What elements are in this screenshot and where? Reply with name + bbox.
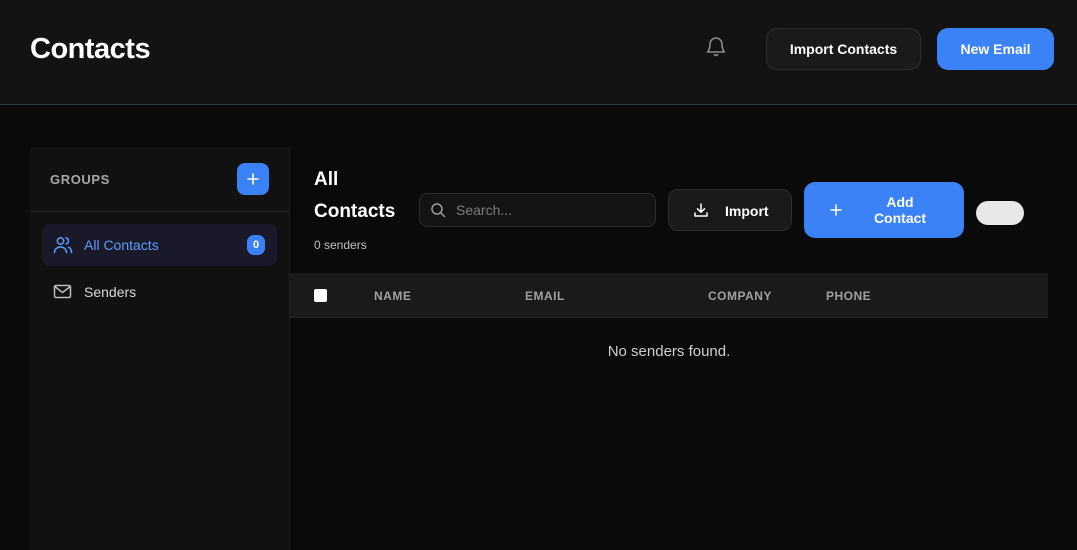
bell-icon[interactable] xyxy=(705,35,727,57)
add-contact-label-line1: Add xyxy=(886,194,914,210)
groups-header: GROUPS xyxy=(30,147,289,212)
column-header-name[interactable]: NAME xyxy=(374,289,411,303)
select-all-checkbox[interactable] xyxy=(314,289,327,302)
section-title: All xyxy=(314,169,339,190)
search-icon xyxy=(430,202,446,223)
groups-heading: GROUPS xyxy=(50,172,110,187)
view-toggle[interactable] xyxy=(976,201,1024,225)
sidebar-item-label: All Contacts xyxy=(84,237,159,253)
sender-count: 0 senders xyxy=(314,238,367,252)
column-header-phone[interactable]: PHONE xyxy=(826,289,871,303)
column-header-company[interactable]: COMPANY xyxy=(708,289,772,303)
users-icon xyxy=(53,236,73,254)
groups-sidebar: GROUPS All Contacts 0 Senders xyxy=(30,147,290,550)
import-button[interactable]: Import xyxy=(668,189,792,231)
top-bar: Contacts Import Contacts New Email xyxy=(0,0,1077,105)
plus-icon xyxy=(247,173,259,185)
count-badge: 0 xyxy=(247,235,265,255)
plus-icon xyxy=(830,203,842,221)
search-input[interactable] xyxy=(456,200,646,220)
import-contacts-button[interactable]: Import Contacts xyxy=(766,28,921,70)
sidebar-item-senders[interactable]: Senders xyxy=(42,271,277,313)
add-contact-label-line2: Contact xyxy=(873,210,927,226)
sidebar-item-label: Senders xyxy=(84,284,137,300)
empty-state-message: No senders found. xyxy=(607,343,731,360)
search-box xyxy=(419,193,656,227)
column-header-email[interactable]: EMAIL xyxy=(525,289,565,303)
download-icon xyxy=(694,203,708,220)
sidebar-item-all-contacts[interactable]: All Contacts 0 xyxy=(42,224,277,266)
add-contact-label: Add Contact xyxy=(864,194,936,226)
table-header: NAME EMAIL COMPANY PHONE xyxy=(290,273,1048,318)
add-contact-button[interactable]: Add Contact xyxy=(804,182,964,238)
mail-icon xyxy=(53,283,73,301)
import-label: Import xyxy=(725,203,769,219)
add-group-button[interactable] xyxy=(237,163,269,195)
section-title-continued: Contacts xyxy=(314,201,396,222)
page-title: Contacts xyxy=(30,33,151,65)
new-email-button[interactable]: New Email xyxy=(937,28,1054,70)
